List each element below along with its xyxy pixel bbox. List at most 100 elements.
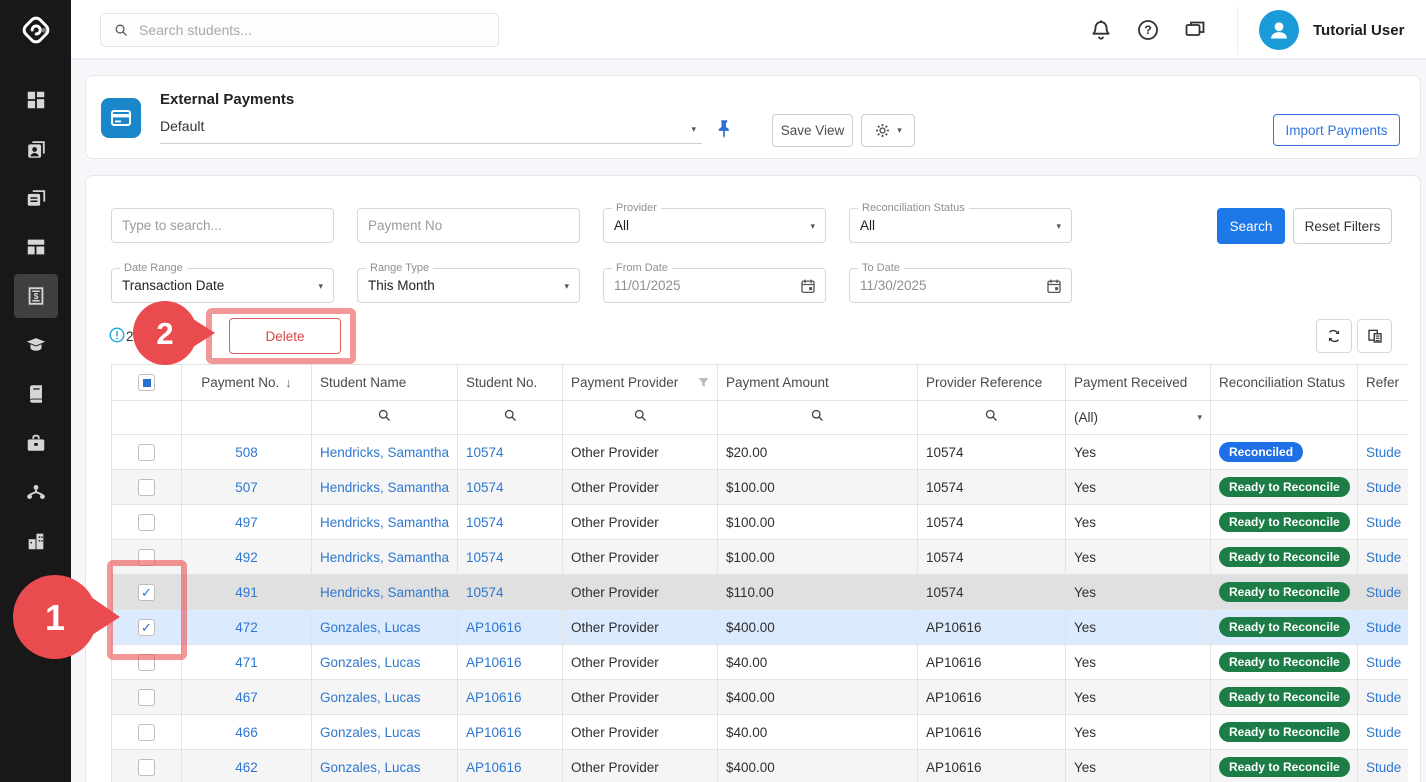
column-header-student_no[interactable]: Student No. (458, 365, 563, 401)
notifications-button[interactable] (1089, 18, 1113, 42)
cell-link-link[interactable]: Stude (1366, 655, 1401, 670)
payment-no-input[interactable] (357, 208, 580, 243)
cell-link-link[interactable]: Stude (1366, 445, 1401, 460)
pin-view-button[interactable] (713, 118, 735, 140)
app-logo[interactable] (0, 0, 71, 60)
cell-link-link[interactable]: Stude (1366, 515, 1401, 530)
sidebar-item-book[interactable] (14, 372, 58, 416)
user-name[interactable]: Tutorial User (1313, 0, 1404, 60)
cell-link-student_name[interactable]: Hendricks, Samantha (320, 550, 449, 565)
view-settings-button[interactable]: ▾ (861, 114, 915, 147)
column-filter-received[interactable]: (All)▾ (1066, 401, 1211, 435)
sidebar-item-briefcase[interactable] (14, 421, 58, 465)
cell-link-payment_no[interactable]: 467 (235, 690, 258, 705)
import-payments-button[interactable]: Import Payments (1273, 114, 1400, 146)
column-header-status[interactable]: Reconciliation Status (1211, 365, 1358, 401)
column-filter-reference[interactable] (918, 401, 1066, 435)
sidebar-item-documents[interactable] (14, 176, 58, 220)
sidebar-item-layout[interactable] (14, 225, 58, 269)
reset-filters-button[interactable]: Reset Filters (1293, 208, 1392, 244)
cell-link-student_no[interactable]: 10574 (466, 480, 504, 495)
delete-button[interactable]: Delete (229, 318, 341, 354)
column-header-link[interactable]: Refer (1358, 365, 1409, 401)
column-header-amount[interactable]: Payment Amount (718, 365, 918, 401)
sidebar-item-network[interactable] (14, 470, 58, 514)
column-header-provider[interactable]: Payment Provider (563, 365, 718, 401)
provider-select[interactable]: Provider All ▾ (603, 208, 826, 243)
from-date-field[interactable]: From Date 11/01/2025 (603, 268, 826, 303)
cell-link-link[interactable]: Stude (1366, 725, 1401, 740)
cell-link-student_name[interactable]: Hendricks, Samantha (320, 515, 449, 530)
user-avatar[interactable] (1259, 10, 1299, 50)
cell-link-link[interactable]: Stude (1366, 585, 1401, 600)
row-checkbox[interactable] (138, 619, 155, 636)
messages-button[interactable] (1183, 18, 1207, 42)
cell-link-payment_no[interactable]: 462 (235, 760, 258, 775)
column-filter-provider[interactable] (563, 401, 718, 435)
type-to-search-input[interactable] (111, 208, 334, 243)
cell-link-student_name[interactable]: Gonzales, Lucas (320, 725, 421, 740)
column-filter-student_name[interactable] (312, 401, 458, 435)
search-input[interactable] (139, 22, 469, 38)
cell-link-student_no[interactable]: AP10616 (466, 725, 522, 740)
row-checkbox[interactable] (138, 759, 155, 776)
help-button[interactable]: ? (1136, 18, 1160, 42)
row-checkbox[interactable] (138, 724, 155, 741)
row-checkbox[interactable] (138, 514, 155, 531)
cell-link-student_name[interactable]: Gonzales, Lucas (320, 655, 421, 670)
cell-link-student_name[interactable]: Gonzales, Lucas (320, 690, 421, 705)
column-filter-amount[interactable] (718, 401, 918, 435)
cell-link-student_no[interactable]: 10574 (466, 550, 504, 565)
cell-link-student_name[interactable]: Gonzales, Lucas (320, 620, 421, 635)
global-search[interactable] (100, 13, 499, 47)
cell-link-payment_no[interactable]: 507 (235, 480, 258, 495)
cell-link-payment_no[interactable]: 508 (235, 445, 258, 460)
cell-link-link[interactable]: Stude (1366, 760, 1401, 775)
column-header-received[interactable]: Payment Received (1066, 365, 1211, 401)
sidebar-item-organization[interactable] (14, 519, 58, 563)
row-checkbox[interactable] (138, 444, 155, 461)
cell-link-payment_no[interactable]: 466 (235, 725, 258, 740)
cell-link-payment_no[interactable]: 492 (235, 550, 258, 565)
cell-link-link[interactable]: Stude (1366, 690, 1401, 705)
column-chooser-button[interactable] (1357, 319, 1392, 353)
cell-link-student_no[interactable]: 10574 (466, 445, 504, 460)
cell-link-student_name[interactable]: Hendricks, Samantha (320, 585, 449, 600)
cell-link-payment_no[interactable]: 471 (235, 655, 258, 670)
cell-link-student_name[interactable]: Hendricks, Samantha (320, 445, 449, 460)
cell-link-student_no[interactable]: AP10616 (466, 760, 522, 775)
cell-link-student_name[interactable]: Hendricks, Samantha (320, 480, 449, 495)
sidebar-item-payments[interactable]: $ (14, 274, 58, 318)
column-header-reference[interactable]: Provider Reference (918, 365, 1066, 401)
save-view-button[interactable]: Save View (772, 114, 853, 147)
to-date-field[interactable]: To Date 11/30/2025 (849, 268, 1072, 303)
cell-link-student_no[interactable]: AP10616 (466, 690, 522, 705)
cell-link-payment_no[interactable]: 491 (235, 585, 258, 600)
column-filter-student_no[interactable] (458, 401, 563, 435)
row-checkbox[interactable] (138, 654, 155, 671)
cell-link-student_no[interactable]: 10574 (466, 515, 504, 530)
cell-link-student_no[interactable]: 10574 (466, 585, 504, 600)
cell-link-payment_no[interactable]: 472 (235, 620, 258, 635)
column-header-payment_no[interactable]: Payment No.↓ (182, 365, 312, 401)
row-checkbox[interactable] (138, 584, 155, 601)
column-header-student_name[interactable]: Student Name (312, 365, 458, 401)
sidebar-item-settings[interactable] (14, 568, 58, 612)
cell-link-student_no[interactable]: AP10616 (466, 655, 522, 670)
cell-link-payment_no[interactable]: 497 (235, 515, 258, 530)
cell-link-link[interactable]: Stude (1366, 620, 1401, 635)
search-button[interactable]: Search (1217, 208, 1285, 244)
refresh-button[interactable] (1316, 319, 1352, 353)
view-selector[interactable]: Default ▾ (160, 114, 702, 144)
reconciliation-status-select[interactable]: Reconciliation Status All ▾ (849, 208, 1072, 243)
sidebar-item-contacts[interactable] (14, 127, 58, 171)
row-checkbox[interactable] (138, 479, 155, 496)
cell-link-link[interactable]: Stude (1366, 550, 1401, 565)
cell-link-student_name[interactable]: Gonzales, Lucas (320, 760, 421, 775)
date-range-select[interactable]: Date Range Transaction Date ▾ (111, 268, 334, 303)
range-type-select[interactable]: Range Type This Month ▾ (357, 268, 580, 303)
row-checkbox[interactable] (138, 549, 155, 566)
cell-link-link[interactable]: Stude (1366, 480, 1401, 495)
sidebar-item-dashboard[interactable] (14, 78, 58, 122)
sidebar-item-education[interactable] (14, 323, 58, 367)
